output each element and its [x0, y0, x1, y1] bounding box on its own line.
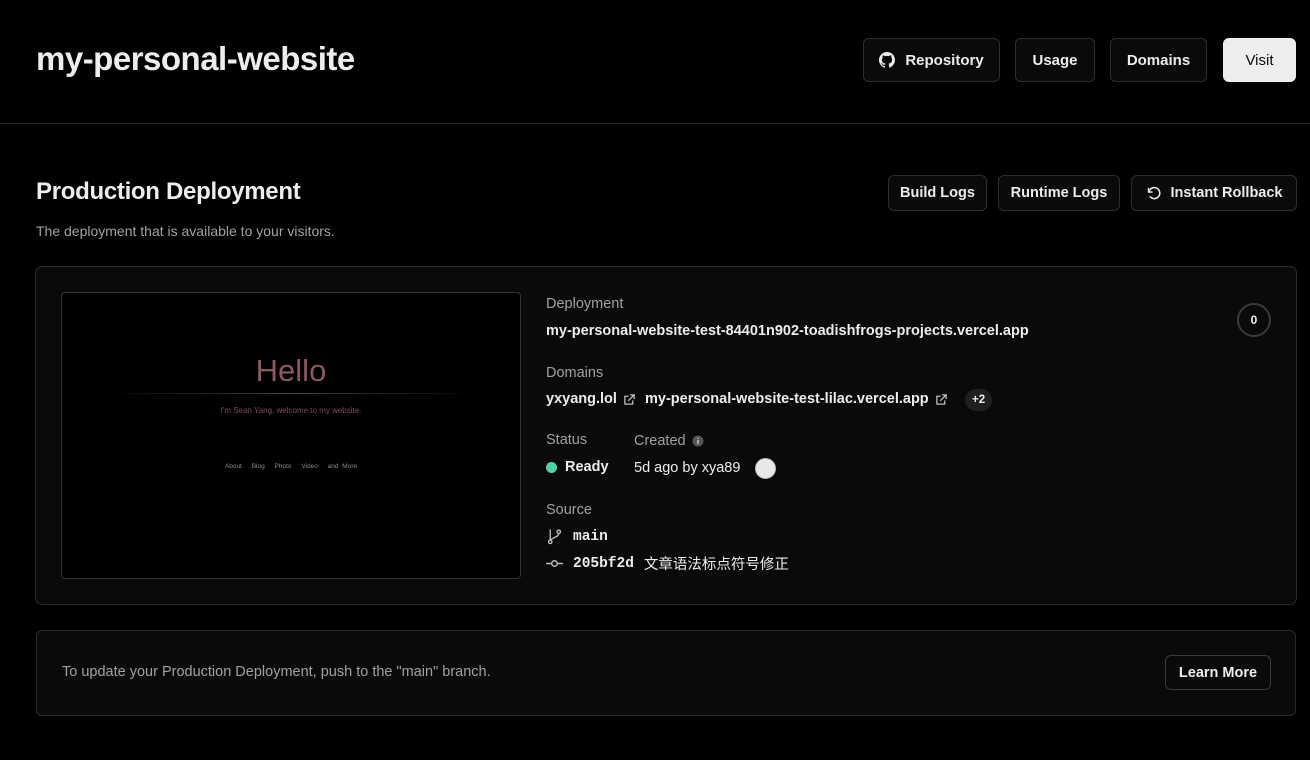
commit-hash: 205bf2d [573, 555, 634, 572]
preview-nav-item: Video [301, 463, 318, 470]
status-label: Status [546, 432, 588, 448]
external-link-icon [623, 393, 636, 406]
project-header: my-personal-website Repository Usage Dom… [0, 0, 1310, 124]
domain-link-2[interactable]: my-personal-website-test-lilac.vercel.ap… [645, 391, 948, 407]
created-label: Created [634, 433, 686, 449]
source-commit[interactable]: 205bf2d 文章语法标点符号修正 [546, 553, 789, 574]
branch-name: main [573, 528, 608, 545]
source-label: Source [546, 502, 592, 518]
preview-nav-item: and More [327, 463, 358, 470]
instant-rollback-button[interactable]: Instant Rollback [1131, 175, 1297, 211]
deployment-label: Deployment [546, 296, 624, 312]
github-icon [879, 52, 896, 68]
rollback-icon [1146, 185, 1162, 201]
preview-nav-item: About [224, 463, 242, 470]
source-branch[interactable]: main [546, 528, 608, 545]
info-icon[interactable] [692, 435, 704, 447]
repository-button[interactable]: Repository [863, 38, 1000, 82]
created-label-group: Created [634, 433, 704, 449]
commit-message: 文章语法标点符号修正 [643, 557, 789, 573]
domains-button[interactable]: Domains [1110, 38, 1207, 82]
status-value: Ready [565, 459, 609, 475]
git-commit-icon [546, 555, 563, 572]
preview-nav-item: Blog [251, 463, 265, 470]
production-deployment-subtitle: The deployment that is available to your… [36, 223, 335, 239]
external-link-icon [935, 393, 948, 406]
deployment-preview[interactable]: Hello I'm Sean Yang, welcome to my websi… [61, 292, 521, 579]
preview-nav: About Blog Photo Video and More [62, 463, 520, 470]
preview-nav-item: Photo [274, 463, 292, 470]
usage-button[interactable]: Usage [1015, 38, 1095, 82]
repository-label: Repository [905, 51, 984, 69]
preview-divider [102, 393, 482, 394]
visit-button[interactable]: Visit [1223, 38, 1296, 82]
status-ready-dot [546, 462, 557, 473]
deployment-count-indicator[interactable]: 0 [1237, 303, 1271, 337]
git-branch-icon [546, 528, 563, 545]
production-info-text: To update your Production Deployment, pu… [62, 664, 491, 680]
preview-subtitle: I'm Sean Yang, welcome to my website. [220, 406, 362, 415]
runtime-logs-button[interactable]: Runtime Logs [998, 175, 1120, 211]
project-title: my-personal-website [36, 40, 355, 77]
domain-2-text: my-personal-website-test-lilac.vercel.ap… [645, 391, 929, 407]
preview-hello: Hello [255, 353, 327, 388]
more-domains-badge[interactable]: +2 [965, 389, 993, 411]
deployment-url[interactable]: my-personal-website-test-84401n902-toadi… [546, 323, 1029, 339]
domain-1-text: yxyang.lol [546, 391, 617, 407]
instant-rollback-label: Instant Rollback [1170, 185, 1283, 201]
production-deployment-title: Production Deployment [36, 178, 301, 205]
learn-more-button[interactable]: Learn More [1165, 655, 1271, 690]
domains-label: Domains [546, 365, 604, 381]
created-value: 5d ago by xya89 [634, 460, 741, 476]
domain-link-1[interactable]: yxyang.lol [546, 391, 636, 407]
build-logs-button[interactable]: Build Logs [888, 175, 987, 211]
avatar[interactable] [755, 458, 776, 479]
